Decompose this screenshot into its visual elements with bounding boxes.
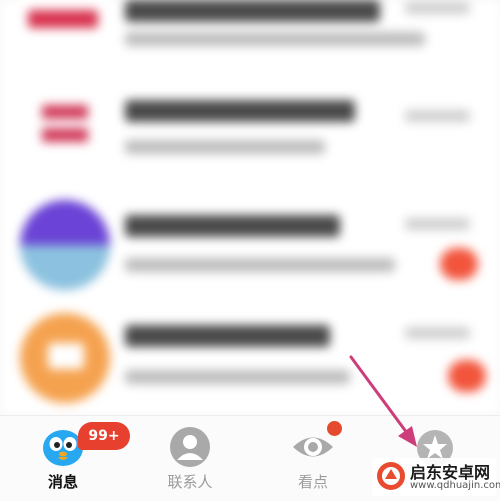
chat-list[interactable]: [0, 0, 500, 415]
chat-item[interactable]: [0, 190, 500, 290]
chat-item[interactable]: [0, 70, 500, 170]
contacts-person-icon: [169, 426, 211, 472]
unread-badge: [440, 248, 478, 280]
chat-thumbnail: [20, 80, 110, 170]
unread-count-badge: 99+: [78, 422, 130, 450]
tab-label: 消息: [47, 473, 78, 491]
app-screen: 消息 联系人 看点 99+ 启东安卓网 www.qdhuajin.com: [0, 0, 500, 501]
watermark: 启东安卓网 www.qdhuajin.com: [372, 458, 500, 496]
watermark-url: www.qdhuajin.com: [410, 480, 500, 491]
chat-thumbnail: [20, 313, 110, 403]
tab-discover[interactable]: 看点: [253, 416, 373, 501]
tab-label: 看点: [297, 473, 328, 491]
tab-contacts[interactable]: 联系人: [130, 416, 250, 501]
chat-item[interactable]: [0, 305, 500, 405]
chat-thumbnail: [20, 0, 110, 60]
tab-label: 联系人: [167, 473, 213, 491]
notification-dot: [327, 421, 342, 436]
chat-thumbnail: [20, 200, 110, 290]
site-logo-icon: [376, 461, 406, 491]
chat-item[interactable]: [0, 0, 500, 60]
unread-badge: [448, 360, 486, 392]
